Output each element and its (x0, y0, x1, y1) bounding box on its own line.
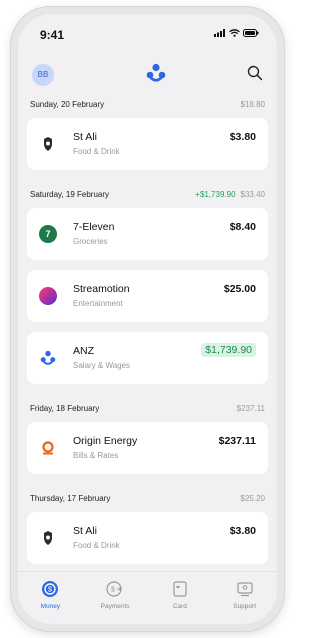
phone-frame: 9:41 BB Sunday, 20 February $18.80 St Al… (10, 6, 285, 632)
battery-icon (243, 29, 259, 37)
merchant-category: Food & Drink (73, 541, 120, 550)
tab-label: Money (40, 603, 61, 610)
up-logo-icon (146, 63, 166, 82)
avatar[interactable]: BB (32, 64, 54, 86)
merchant-name: ANZ (73, 345, 94, 357)
day-total: $33.40 (240, 189, 265, 199)
transaction-amount: $1,739.90 (201, 343, 256, 357)
transaction-item[interactable]: St Ali Food & Drink $3.80 (27, 512, 268, 564)
merchant-category: Entertainment (73, 299, 123, 308)
transaction-amount: $25.00 (223, 283, 256, 295)
status-time: 9:41 (40, 28, 65, 42)
svg-text:$: $ (48, 587, 52, 594)
transaction-amount: $237.11 (218, 435, 256, 447)
svg-text:$: $ (111, 587, 115, 594)
tab-money[interactable]: $ Money (18, 572, 83, 624)
7-eleven-logo-icon: 7 (39, 225, 57, 243)
status-bar: 9:41 (18, 14, 277, 50)
tab-label: Support (233, 603, 257, 610)
day-date: Friday, 18 February (30, 403, 100, 413)
merchant-category: Groceries (73, 237, 108, 246)
merchant-category: Salary & Wages (73, 361, 131, 370)
merchant-name: St Ali (73, 525, 97, 537)
day-date: Saturday, 19 February (30, 189, 110, 199)
st-ali-logo-icon (39, 529, 57, 547)
transaction-feed[interactable]: Sunday, 20 February $18.80 St Ali Food &… (18, 90, 277, 572)
day-header: Thursday, 17 February $25.20 (18, 484, 277, 512)
transaction-item[interactable]: Origin Energy Bills & Rates $237.11 (27, 422, 268, 474)
day-header: Friday, 18 February $237.11 (18, 394, 277, 422)
merchant-name: Origin Energy (73, 435, 138, 447)
app-header: BB (18, 50, 277, 86)
transaction-amount: $3.80 (229, 131, 256, 143)
day-header: Sunday, 20 February $18.80 (18, 90, 277, 118)
card-icon (170, 579, 190, 599)
transaction-amount: $3.80 (229, 525, 256, 537)
transaction-item[interactable]: St Ali Food & Drink $3.80 (27, 118, 268, 170)
merchant-name: 7-Eleven (73, 221, 115, 233)
day-date: Sunday, 20 February (30, 99, 105, 109)
tab-card[interactable]: Card (148, 572, 213, 624)
transaction-amount: $8.40 (229, 221, 256, 233)
merchant-category: Food & Drink (73, 147, 120, 156)
signal-icon (214, 29, 225, 37)
merchant-name: St Ali (73, 131, 97, 143)
status-icons (214, 29, 259, 37)
app-screen: 9:41 BB Sunday, 20 February $18.80 St Al… (18, 14, 277, 624)
st-ali-logo-icon (39, 135, 57, 153)
origin-energy-logo-icon (39, 439, 57, 457)
payments-icon: $ (105, 579, 125, 599)
day-total: $25.20 (240, 493, 265, 503)
tab-label: Payments (100, 603, 130, 610)
streamotion-logo-icon (39, 287, 57, 305)
day-total: $18.80 (240, 99, 265, 109)
transaction-item[interactable]: Streamotion Entertainment $25.00 (27, 270, 268, 322)
transaction-item[interactable]: 7 7-Eleven Groceries $8.40 (27, 208, 268, 260)
tab-bar: $ Money $ Payments Card Support (18, 571, 277, 624)
anz-logo-icon (39, 349, 57, 367)
day-total: $237.11 (236, 403, 265, 413)
money-icon: $ (40, 579, 60, 599)
merchant-name: Streamotion (73, 283, 130, 295)
tab-payments[interactable]: $ Payments (83, 572, 148, 624)
tab-label: Card (172, 603, 187, 610)
support-icon (235, 579, 255, 599)
day-header: Saturday, 19 February +$1,739.90 $33.40 (18, 180, 277, 208)
day-credit: +$1,739.90 (195, 189, 236, 199)
search-icon[interactable] (247, 65, 263, 81)
transaction-item[interactable]: ANZ Salary & Wages $1,739.90 (27, 332, 268, 384)
merchant-category: Bills & Rates (73, 451, 119, 460)
tab-support[interactable]: Support (212, 572, 277, 624)
wifi-icon (229, 29, 240, 37)
day-date: Thursday, 17 February (30, 493, 111, 503)
